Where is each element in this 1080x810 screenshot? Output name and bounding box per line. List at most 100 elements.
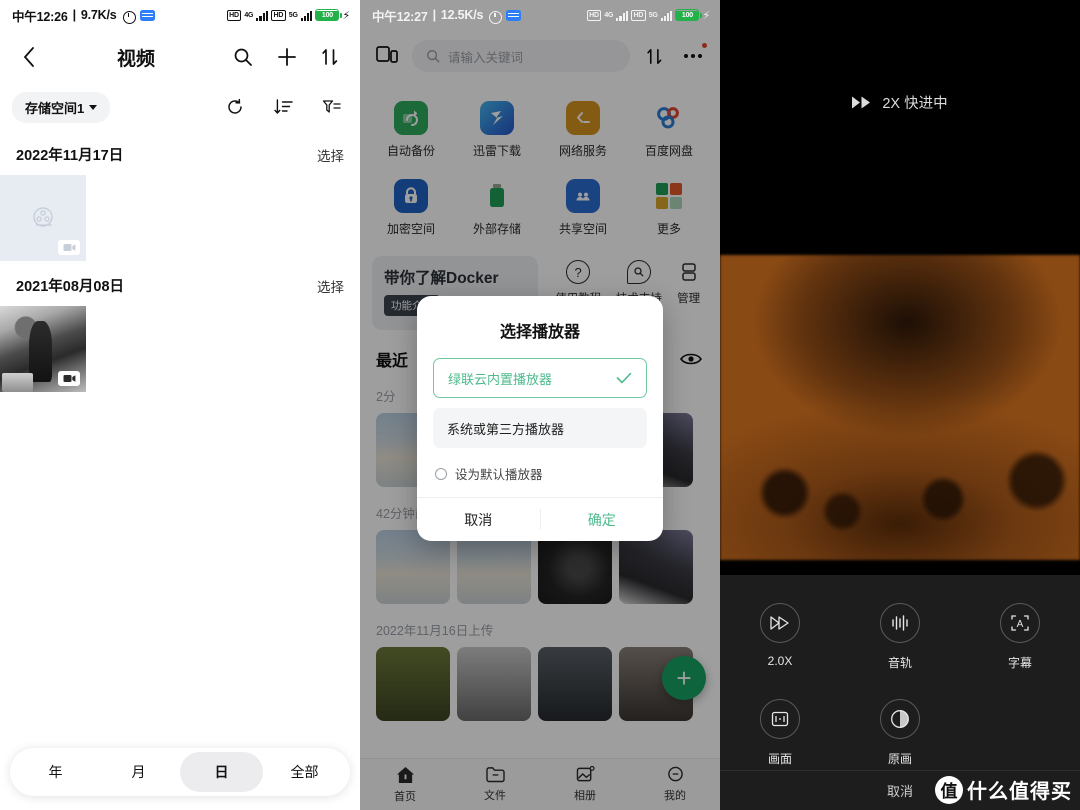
- tab-home[interactable]: 首页: [360, 766, 450, 804]
- segment-day[interactable]: 日: [180, 752, 263, 792]
- recent-thumbnail[interactable]: [376, 647, 450, 721]
- network-type-2: 5G: [288, 11, 298, 19]
- tab-album[interactable]: 相册: [540, 766, 630, 803]
- recent-thumbnail[interactable]: [457, 530, 531, 604]
- add-fab-button[interactable]: +: [662, 656, 706, 700]
- recent-thumbnail[interactable]: [538, 647, 612, 721]
- network-type-1: 4G: [244, 11, 254, 19]
- app-label: 外部存储: [472, 222, 521, 236]
- app-shortcut-baidu-netdisk[interactable]: 百度网盘: [626, 92, 712, 170]
- tab-files[interactable]: 文件: [450, 766, 540, 803]
- app-label: 迅雷下载: [472, 144, 521, 158]
- video-surface[interactable]: [720, 255, 1080, 560]
- control-label: 音轨: [887, 656, 912, 670]
- home-header: 请输入关键词: [360, 30, 720, 82]
- search-input[interactable]: 请输入关键词: [412, 40, 630, 72]
- more-dots-icon[interactable]: [680, 43, 707, 69]
- charging-bolt-icon: ⚡: [702, 9, 710, 22]
- battery-icon: 100: [675, 9, 702, 21]
- video-thumbnail[interactable]: [0, 306, 86, 392]
- video-thumbnail-placeholder[interactable]: [0, 175, 86, 261]
- alarm-icon: [488, 9, 503, 24]
- filter-icon[interactable]: [318, 94, 344, 120]
- hd-icon-2: HD: [631, 9, 646, 21]
- control-aspect-ratio[interactable]: 画面: [720, 685, 840, 781]
- signal-bars-2: [300, 10, 313, 21]
- control-label: 原画: [887, 752, 912, 766]
- hd-icon-1: HD: [586, 9, 602, 21]
- storage-space-chip[interactable]: 存储空间1: [12, 91, 111, 123]
- app-shortcut-auto-backup[interactable]: 自动备份: [368, 92, 454, 170]
- dialog-cancel-button[interactable]: 取消: [417, 498, 540, 541]
- app-shortcut-encrypted-space[interactable]: 加密空间: [368, 170, 454, 248]
- fast-forward-indicator: 2X 快进中: [720, 92, 1080, 113]
- alarm-icon: [122, 9, 136, 24]
- app-notification-icon: [139, 9, 155, 21]
- app-shortcut-network-service[interactable]: 网络服务: [540, 92, 626, 170]
- recent-thumbnail[interactable]: [619, 530, 693, 604]
- app-shortcut-shared-space[interactable]: 共享空间: [540, 170, 626, 248]
- server-manage-icon: [677, 260, 701, 284]
- status-separator: |: [72, 8, 77, 22]
- network-type-2: 5G: [648, 11, 658, 19]
- usb-storage-icon: [480, 179, 514, 213]
- notification-dot: [702, 43, 707, 48]
- page-title: 视频: [116, 48, 155, 70]
- network-type-1: 4G: [604, 11, 614, 19]
- sort-descending-icon[interactable]: [270, 94, 296, 120]
- control-label: 2.0X: [767, 654, 793, 668]
- app-label: 加密空间: [386, 222, 435, 236]
- plus-icon[interactable]: [274, 44, 300, 70]
- recent-thumbnail[interactable]: [538, 530, 612, 604]
- control-label: 字幕: [1007, 656, 1032, 670]
- control-speed[interactable]: 2.0X: [720, 589, 840, 685]
- dialog-option-third-party-player[interactable]: 系统或第三方播放器: [433, 408, 647, 448]
- set-default-player-checkbox[interactable]: 设为默认播放器: [417, 458, 663, 497]
- app-shortcut-thunder[interactable]: 迅雷下载: [454, 92, 540, 170]
- dialog-option-builtin-player[interactable]: 绿联云内置播放器: [433, 358, 647, 398]
- status-time: 中午12:27: [372, 9, 428, 24]
- tab-label: 相册: [574, 790, 596, 802]
- segment-year[interactable]: 年: [14, 752, 97, 792]
- storage-space-label: 存储空间1: [25, 100, 85, 116]
- app-label: 网络服务: [558, 144, 607, 158]
- section-select-button[interactable]: 选择: [317, 145, 344, 165]
- gallery-section-header: 2022年11月17日 选择: [0, 130, 360, 175]
- recent-thumbnail[interactable]: [457, 647, 531, 721]
- segment-all[interactable]: 全部: [263, 752, 346, 792]
- section-date: 2021年08月08日: [16, 279, 125, 295]
- upload-time-label: 2022年11月16日上传: [376, 624, 494, 638]
- cast-device-icon[interactable]: [374, 43, 400, 69]
- dialog-confirm-button[interactable]: 确定: [541, 498, 664, 541]
- control-label: 画面: [767, 752, 792, 766]
- tab-profile[interactable]: 我的: [630, 766, 720, 803]
- control-audio-track[interactable]: 音轨: [840, 589, 960, 685]
- control-quality[interactable]: 原画: [840, 685, 960, 781]
- app-shortcut-external-storage[interactable]: 外部存储: [454, 170, 540, 248]
- recent-title: 最近: [376, 353, 409, 370]
- fast-forward-icon: [852, 96, 871, 109]
- refresh-icon[interactable]: [222, 94, 248, 120]
- app-shortcut-more[interactable]: 更多: [626, 170, 712, 248]
- auto-backup-icon: [394, 101, 428, 135]
- audio-track-icon: [879, 603, 920, 643]
- eye-icon[interactable]: [678, 346, 704, 372]
- back-chevron-icon[interactable]: [16, 44, 42, 70]
- sort-updown-icon[interactable]: [642, 43, 668, 69]
- action-manage[interactable]: 管理: [677, 260, 701, 306]
- gallery-section-header: 2021年08月08日 选择: [0, 261, 360, 306]
- section-select-button[interactable]: 选择: [317, 276, 344, 296]
- signal-bars-2: [660, 10, 673, 21]
- recent-thumbnail[interactable]: [376, 530, 450, 604]
- subtitle-icon: A: [999, 603, 1040, 643]
- control-subtitle[interactable]: A 字幕: [960, 589, 1080, 685]
- question-circle-icon: ?: [566, 260, 591, 284]
- search-icon[interactable]: [230, 44, 256, 70]
- option-label: 绿联云内置播放器: [448, 371, 553, 387]
- tab-label: 首页: [394, 790, 416, 803]
- dialog-actions: 取消 确定: [417, 497, 663, 541]
- segment-month[interactable]: 月: [97, 752, 180, 792]
- sort-updown-icon[interactable]: [318, 44, 344, 70]
- video-badge-icon: [58, 371, 80, 386]
- search-placeholder: 请输入关键词: [448, 50, 524, 65]
